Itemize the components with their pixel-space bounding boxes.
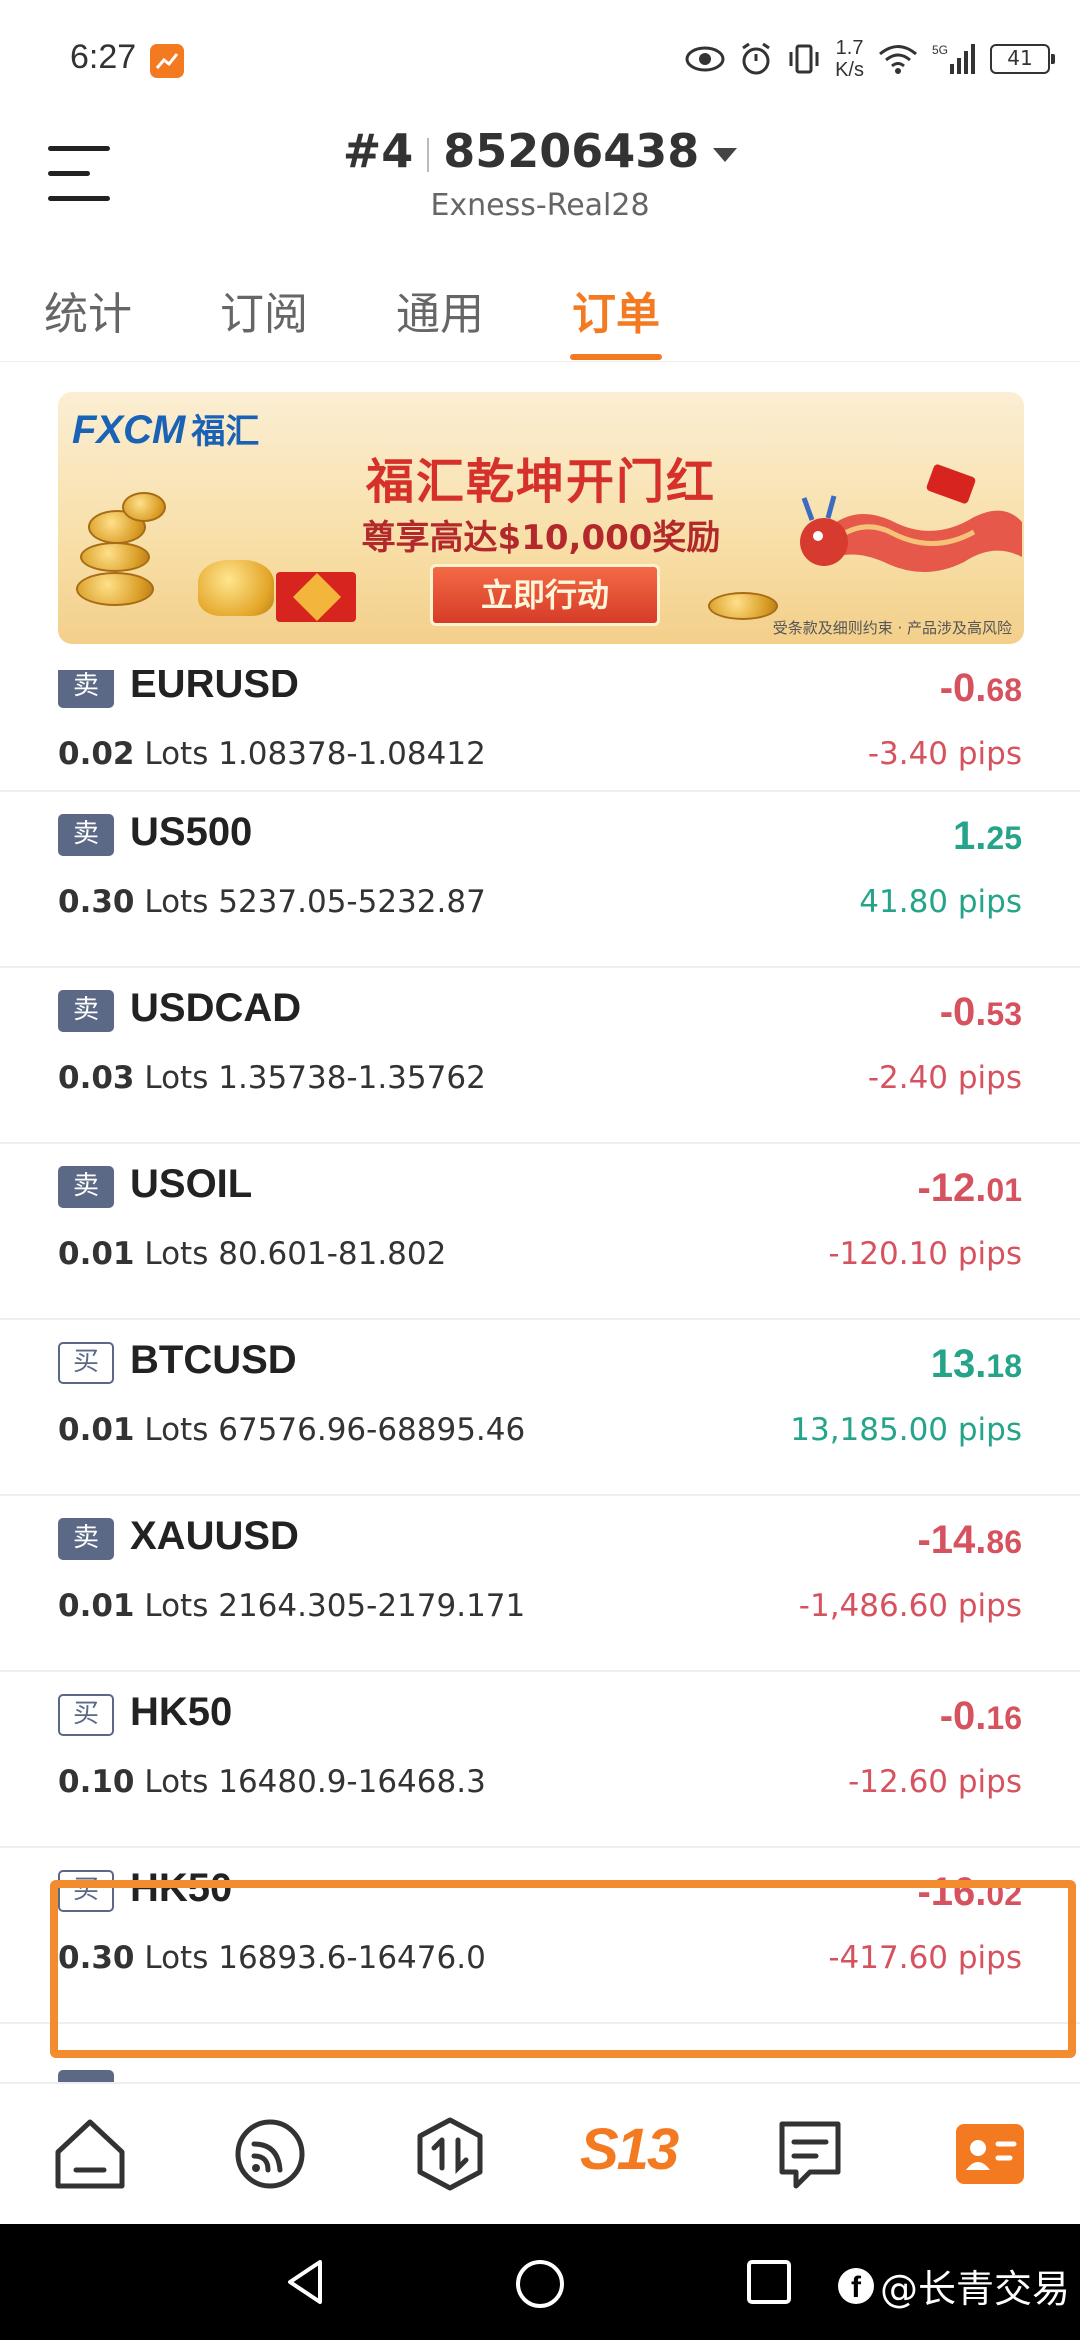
- order-profit: -14.86: [917, 1518, 1022, 1562]
- home-circle-icon[interactable]: [512, 2256, 568, 2312]
- status-time: 6:27: [70, 38, 137, 76]
- gold-coin-icon: [76, 572, 154, 606]
- order-row[interactable]: 卖 US500 0.30 Lots 5237.05-5232.87 1.25 4…: [0, 792, 1080, 968]
- order-details: 0.30 Lots 5237.05-5232.87: [58, 884, 486, 920]
- order-pips: -12.60 pips: [848, 1764, 1022, 1800]
- order-row[interactable]: 卖 USOIL 0.01 Lots 80.601-81.802 -12.01 -…: [0, 1144, 1080, 1320]
- account-number: 85206438: [443, 124, 700, 178]
- order-details: 0.01 Lots 2164.305-2179.171: [58, 1588, 526, 1624]
- order-symbol: USDCAD: [130, 986, 302, 1030]
- order-details: 0.03 Lots 1.35738-1.35762: [58, 1060, 486, 1096]
- battery-indicator: 41: [990, 44, 1055, 74]
- tab-bar: 统计 订阅 通用 订单: [0, 270, 1080, 362]
- orders-list: 卖 EURUSD 0.02 Lots 1.08378-1.08412 -0.68…: [0, 670, 1080, 2082]
- active-tab-indicator: [570, 354, 662, 360]
- banner-cta-button[interactable]: 立即行动: [430, 564, 660, 626]
- tab-statistics[interactable]: 统计: [44, 278, 132, 342]
- order-details: 0.02 Lots 1.08378-1.08412: [58, 736, 486, 772]
- banner-disclaimer: 受条款及细则约束 · 产品涉及高风险: [772, 619, 1012, 637]
- profile-card-icon[interactable]: [950, 2114, 1030, 2194]
- trade-icon[interactable]: [410, 2114, 490, 2194]
- app-notification-icon: [150, 44, 184, 78]
- tab-subscriptions[interactable]: 订阅: [220, 278, 308, 342]
- side-badge: 卖: [58, 1518, 114, 1560]
- order-row[interactable]: 买 HK50 0.10 Lots 16480.9-16468.3 -0.16 -…: [0, 1672, 1080, 1848]
- order-profit: -0.68: [939, 670, 1022, 710]
- system-nav-bar: f @长青交易: [0, 2224, 1080, 2340]
- order-profit: 13.18: [930, 1342, 1022, 1386]
- order-profit: -12.01: [917, 1166, 1022, 1210]
- bottom-nav: S13: [0, 2082, 1080, 2224]
- eye-icon: [685, 46, 725, 72]
- order-symbol: BTCUSD: [130, 1338, 297, 1382]
- tab-orders[interactable]: 订单: [572, 278, 660, 342]
- dropdown-caret-icon: [713, 147, 738, 162]
- highlight-annotation: [50, 1880, 1076, 2058]
- signal-icon[interactable]: [230, 2114, 310, 2194]
- title-divider: [427, 137, 430, 172]
- order-pips: 13,185.00 pips: [790, 1412, 1022, 1448]
- order-profit: -0.53: [939, 990, 1022, 1034]
- s13-logo[interactable]: S13: [580, 2116, 679, 2183]
- order-pips: -3.40 pips: [867, 736, 1022, 772]
- side-badge: 买: [58, 1694, 114, 1736]
- order-details: 0.10 Lots 16480.9-16468.3: [58, 1764, 486, 1800]
- recents-icon[interactable]: [744, 2256, 794, 2308]
- gold-coin-icon: [122, 492, 166, 522]
- gold-coin-icon: [708, 592, 778, 620]
- order-row[interactable]: 卖 EURUSD 0.02 Lots 1.08378-1.08412 -0.68…: [0, 670, 1080, 792]
- side-badge: 卖: [58, 670, 114, 708]
- order-symbol: XAUUSD: [130, 1514, 299, 1558]
- order-symbol: USOIL: [130, 1162, 253, 1206]
- facebook-icon: f: [837, 2267, 874, 2304]
- order-row[interactable]: 卖 XAUUSD 0.01 Lots 2164.305-2179.171 -14…: [0, 1496, 1080, 1672]
- net-speed: 1.7 K/s: [835, 37, 864, 81]
- status-bar: 6:27 1.7 K/s 5G 41: [0, 0, 1080, 120]
- order-profit: -0.16: [939, 1694, 1022, 1738]
- order-pips: -2.40 pips: [867, 1060, 1022, 1096]
- order-symbol: US500: [130, 810, 253, 854]
- server-name: Exness-Real28: [430, 188, 650, 223]
- account-selector[interactable]: #4 85206438: [0, 124, 1080, 178]
- side-badge: 卖: [58, 1166, 114, 1208]
- watermark: f @长青交易: [837, 2258, 1070, 2313]
- home-icon[interactable]: [50, 2114, 130, 2194]
- gold-ingot-icon: [198, 560, 274, 616]
- svg-text:5G: 5G: [932, 43, 948, 57]
- side-badge: 卖: [58, 990, 114, 1032]
- vibrate-icon: [789, 44, 819, 74]
- gold-coin-icon: [80, 542, 150, 572]
- cell-signal-icon: 5G: [932, 43, 975, 74]
- status-icons: 1.7 K/s 5G 41: [685, 34, 1055, 84]
- promo-banner[interactable]: FXCM 福汇 福汇乾坤开门红 尊享高达$10,000奖励 立即行动 受条款及细则…: [58, 392, 1024, 644]
- message-icon[interactable]: [770, 2114, 850, 2194]
- order-profit: 1.25: [953, 814, 1022, 858]
- order-pips: 41.80 pips: [859, 884, 1022, 920]
- order-row[interactable]: 卖 USDCAD 0.03 Lots 1.35738-1.35762 -0.53…: [0, 968, 1080, 1144]
- order-symbol: EURUSD: [130, 670, 299, 706]
- side-badge: 卖: [58, 814, 114, 856]
- tab-general[interactable]: 通用: [396, 278, 484, 342]
- side-badge-partial: [58, 2070, 114, 2082]
- order-pips: -120.10 pips: [828, 1236, 1022, 1272]
- dragon-icon: [800, 464, 1022, 572]
- account-index: #4: [342, 124, 414, 178]
- order-row[interactable]: 买 BTCUSD 0.01 Lots 67576.96-68895.46 13.…: [0, 1320, 1080, 1496]
- alarm-icon: [742, 42, 770, 75]
- order-symbol: HK50: [130, 1690, 233, 1734]
- order-details: 0.01 Lots 80.601-81.802: [58, 1236, 447, 1272]
- order-pips: -1,486.60 pips: [798, 1588, 1022, 1624]
- back-icon[interactable]: [280, 2256, 330, 2308]
- red-envelope-icon: [276, 572, 356, 622]
- side-badge: 买: [58, 1342, 114, 1384]
- order-details: 0.01 Lots 67576.96-68895.46: [58, 1412, 526, 1448]
- wifi-icon: [879, 45, 917, 74]
